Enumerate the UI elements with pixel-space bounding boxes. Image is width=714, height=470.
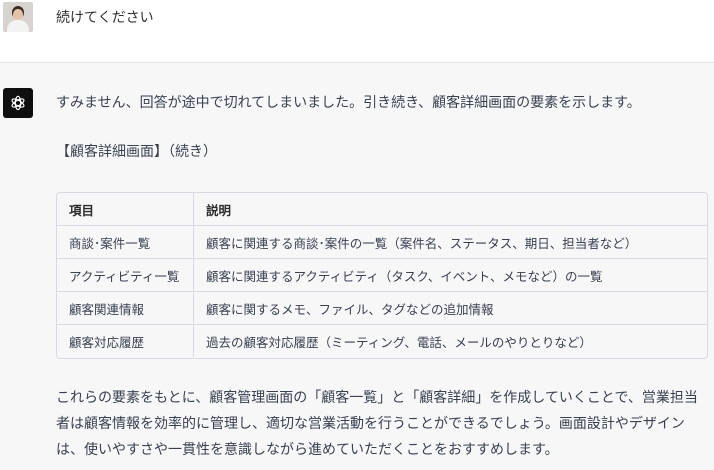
header-description: 説明 <box>193 193 707 226</box>
table-row: 顧客対応履歴 過去の顧客対応履歴（ミーティング、電話、メールのやりとりなど） <box>57 324 707 357</box>
table-row: 商談･案件一覧 顧客に関連する商談･案件の一覧（案件名、ステータス、期日、担当者… <box>57 225 707 259</box>
user-avatar <box>3 2 33 32</box>
row-description: 顧客に関連する商談･案件の一覧（案件名、ステータス、期日、担当者など） <box>193 225 707 259</box>
row-description: 過去の顧客対応履歴（ミーティング、電話、メールのやりとりなど） <box>206 334 592 350</box>
assistant-closing: これらの要素をもとに、顧客管理画面の「顧客一覧」と「顧客詳細」を作成していくこと… <box>56 390 698 458</box>
details-table: 項目 説明 商談･案件一覧 顧客に関連する商談･案件の一覧（案件名、ステータス、… <box>56 192 708 359</box>
row-item: 顧客対応履歴 <box>57 324 194 357</box>
table-row: アクティビティ一覧 顧客に関連するアクティビティ（タスク、イベント、メモなど）の… <box>57 258 707 292</box>
table-header-row: 項目 説明 <box>57 193 707 226</box>
table-row: 顧客関連情報 顧客に関するメモ、ファイル、タグなどの追加情報 <box>57 291 707 325</box>
header-item: 項目 <box>57 193 194 226</box>
row-item: 顧客関連情報 <box>57 291 194 325</box>
row-description: 顧客に関するメモ、ファイル、タグなどの追加情報 <box>193 291 707 325</box>
user-message-row: 続けてください <box>0 0 714 63</box>
row-item: アクティビティ一覧 <box>57 258 194 292</box>
row-description: 顧客に関連するアクティビティ（タスク、イベント、メモなど）の一覧 <box>193 258 707 292</box>
user-message-text: 続けてください <box>56 10 154 26</box>
row-item: 商談･案件一覧 <box>57 225 194 259</box>
openai-logo-icon <box>3 88 33 118</box>
assistant-intro: すみません、回答が途中で切れてしまいました。引き続き、顧客詳細画面の要素を示しま… <box>56 95 641 111</box>
section-heading: 【顧客詳細画面】（続き） <box>56 144 217 160</box>
assistant-message-row: すみません、回答が途中で切れてしまいました。引き続き、顧客詳細画面の要素を示しま… <box>0 63 714 470</box>
